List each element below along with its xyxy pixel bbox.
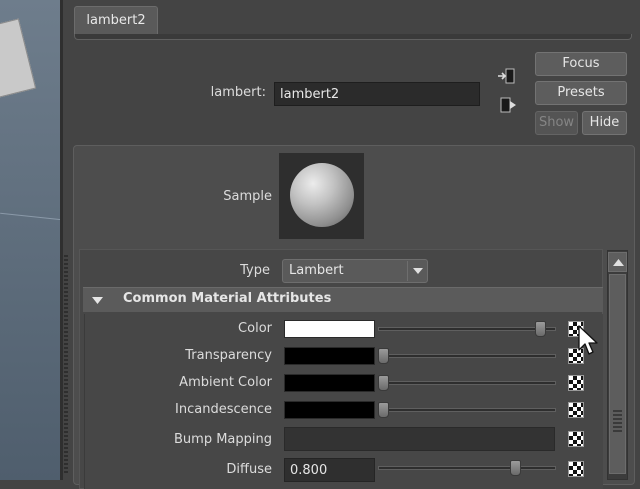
scrollbar-thumb[interactable]: [609, 274, 626, 474]
resize-grip[interactable]: [64, 255, 68, 475]
incandescence-swatch[interactable]: [284, 401, 375, 419]
attr-label-ambient-color: Ambient Color: [179, 375, 272, 390]
presets-button[interactable]: Presets: [535, 81, 627, 105]
ambient-color-slider-track[interactable]: [378, 381, 556, 385]
ambient-color-swatch[interactable]: [284, 374, 375, 392]
diffuse-slider-handle[interactable]: [510, 460, 521, 476]
node-type-label: lambert:: [210, 85, 266, 100]
bump-mapping-field[interactable]: [284, 427, 555, 451]
sample-label: Sample: [223, 189, 272, 204]
type-selected-value: Lambert: [289, 263, 344, 278]
tab-lambert2[interactable]: lambert2: [74, 6, 158, 34]
chevron-up-icon: [613, 259, 624, 266]
node-name-field[interactable]: [274, 82, 480, 106]
incandescence-slider-track[interactable]: [378, 408, 556, 412]
type-label: Type: [240, 263, 270, 278]
attr-label-transparency: Transparency: [185, 348, 272, 363]
ambient-color-slider-handle[interactable]: [378, 375, 389, 391]
collapse-triangle-icon[interactable]: [92, 294, 103, 309]
focus-button[interactable]: Focus: [535, 52, 627, 76]
hide-button[interactable]: Hide: [582, 111, 627, 135]
bump-mapping-map-button[interactable]: [568, 431, 584, 447]
diffuse-value-field[interactable]: [284, 458, 375, 482]
attr-label-incandescence: Incandescence: [175, 402, 272, 417]
output-connection-icon[interactable]: [500, 97, 518, 113]
attr-label-diffuse: Diffuse: [226, 462, 272, 477]
color-slider-track[interactable]: [378, 327, 556, 331]
tab-label: lambert2: [86, 13, 146, 28]
attr-label-color: Color: [238, 321, 272, 336]
mouse-pointer-icon: [578, 325, 598, 361]
sample-sphere: [290, 163, 354, 227]
attr-label-bump-mapping: Bump Mapping: [174, 432, 272, 447]
chevron-down-icon[interactable]: [407, 261, 427, 281]
scrollbar-grip: [613, 410, 622, 432]
incandescence-slider-handle[interactable]: [378, 402, 389, 418]
scroll-up-button[interactable]: [608, 252, 627, 272]
diffuse-slider-track[interactable]: [378, 466, 556, 470]
panel-divider[interactable]: [60, 0, 63, 480]
tab-bar: [74, 34, 632, 40]
section-title: Common Material Attributes: [123, 291, 332, 306]
input-connection-icon[interactable]: [497, 68, 515, 84]
diffuse-map-button[interactable]: [568, 461, 584, 477]
incandescence-map-button[interactable]: [568, 402, 584, 418]
show-button[interactable]: Show: [535, 111, 578, 135]
transparency-slider-track[interactable]: [378, 354, 556, 358]
transparency-slider-handle[interactable]: [378, 348, 389, 364]
color-slider-handle[interactable]: [534, 321, 546, 337]
ambient-color-map-button[interactable]: [568, 375, 584, 391]
transparency-swatch[interactable]: [284, 347, 375, 365]
color-swatch[interactable]: [284, 320, 375, 338]
